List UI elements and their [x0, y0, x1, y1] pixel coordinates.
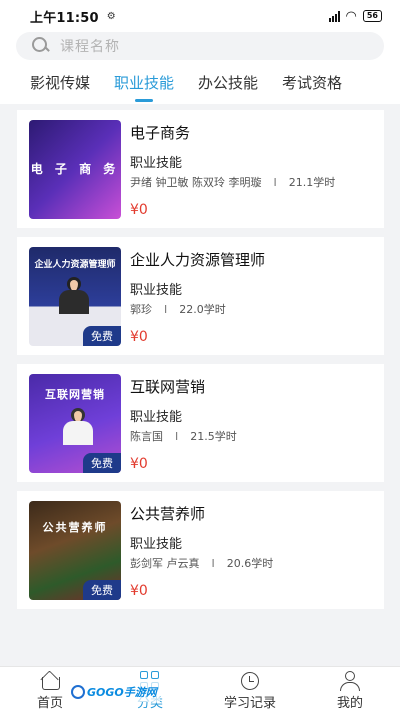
tab-vocational-skills[interactable]: 职业技能 [114, 68, 174, 104]
free-badge: 免费 [83, 453, 121, 473]
course-title: 互联网营销 [130, 378, 206, 396]
course-meta: 彭剑军 卢云真 I 20.6学时 [130, 555, 374, 571]
tab-exam-qualification[interactable]: 考试资格 [282, 68, 342, 104]
search-bar-container: 课程名称 [0, 32, 400, 68]
tab-office-skills[interactable]: 办公技能 [198, 68, 258, 104]
thumbnail-title: 公共营养师 [42, 521, 108, 534]
course-meta: 郭珍 I 22.0学时 [130, 301, 374, 317]
user-icon [339, 671, 361, 691]
nav-study-record-label: 学习记录 [223, 696, 276, 711]
person-illustration [59, 277, 89, 315]
course-thumbnail: 电 子 商 务 [29, 120, 121, 219]
course-meta: 尹绪 钟卫敏 陈双玲 李明璇 I 21.1学时 [130, 174, 374, 190]
course-info: 企业人力资源管理师 职业技能 郭珍 I 22.0学时 ¥0 [130, 249, 374, 345]
signal-icon [328, 10, 340, 22]
search-input[interactable]: 课程名称 [16, 32, 384, 60]
course-price: ¥0 [130, 202, 148, 218]
course-card[interactable]: 电 子 商 务 电子商务 职业技能 尹绪 钟卫敏 陈双玲 李明璇 I 21.1学时 … [17, 110, 384, 228]
search-icon [32, 37, 50, 55]
thumbnail-title: 电 子 商 务 [30, 162, 120, 176]
course-title: 电子商务 [130, 124, 191, 142]
separator: I [175, 430, 179, 443]
course-price: ¥0 [130, 583, 148, 599]
course-teachers: 陈言国 [130, 430, 163, 443]
course-teachers: 郭珍 [130, 303, 152, 316]
course-category: 职业技能 [130, 537, 183, 552]
search-placeholder: 课程名称 [60, 39, 120, 55]
category-tabs: 影视传媒 职业技能 办公技能 考试资格 [0, 68, 400, 104]
course-title: 企业人力资源管理师 [130, 251, 266, 269]
free-badge: 免费 [83, 326, 121, 346]
course-hours: 20.6学时 [226, 557, 274, 570]
tab-film-media[interactable]: 影视传媒 [30, 68, 90, 104]
course-info: 公共营养师 职业技能 彭剑军 卢云真 I 20.6学时 ¥0 [130, 503, 374, 599]
watermark-ring-icon [71, 685, 85, 699]
course-info: 互联网营销 职业技能 陈言国 I 21.5学时 ¥0 [130, 376, 374, 472]
separator: I [273, 176, 277, 189]
course-teachers: 彭剑军 卢云真 [130, 557, 200, 570]
course-price: ¥0 [130, 456, 148, 472]
course-list: 电 子 商 务 电子商务 职业技能 尹绪 钟卫敏 陈双玲 李明璇 I 21.1学时 … [17, 110, 384, 618]
status-icons: ◠ 56 [328, 8, 382, 24]
wifi-icon: ◠ [345, 8, 357, 24]
course-card[interactable]: 企业人力资源管理师 免费 企业人力资源管理师 职业技能 郭珍 I 22.0学时 ¥0 [17, 237, 384, 355]
course-hours: 21.1学时 [288, 176, 336, 189]
nav-study-record[interactable]: 学习记录 [200, 667, 300, 711]
course-category: 职业技能 [130, 283, 183, 298]
status-bar: 上午11:50 ⚙ ◠ 56 [0, 0, 400, 32]
course-thumbnail: 互联网营销 免费 [29, 374, 121, 473]
course-thumbnail: 企业人力资源管理师 免费 [29, 247, 121, 346]
battery-icon: 56 [362, 10, 382, 22]
home-icon [39, 671, 61, 690]
thumbnail-title: 互联网营销 [45, 388, 105, 401]
course-category: 职业技能 [130, 156, 183, 171]
person-illustration [63, 408, 93, 446]
status-time: 上午11:50 [30, 10, 99, 26]
clock-icon [239, 671, 261, 690]
nav-home-label: 首页 [36, 696, 63, 711]
course-card[interactable]: 公共营养师 免费 公共营养师 职业技能 彭剑军 卢云真 I 20.6学时 ¥0 [17, 491, 384, 609]
course-teachers: 尹绪 钟卫敏 陈双玲 李明璇 [130, 176, 262, 189]
course-info: 电子商务 职业技能 尹绪 钟卫敏 陈双玲 李明璇 I 21.1学时 ¥0 [130, 122, 374, 218]
thumbnail-title: 企业人力资源管理师 [34, 260, 116, 270]
watermark-logo: GOGO手游网 [68, 682, 160, 702]
bottom-nav: 首页 分类 学习记录 我的 [0, 666, 400, 711]
free-badge: 免费 [83, 580, 121, 600]
nav-mine-label: 我的 [336, 696, 363, 711]
course-card[interactable]: 互联网营销 免费 互联网营销 职业技能 陈言国 I 21.5学时 ¥0 [17, 364, 384, 482]
course-price: ¥0 [130, 329, 148, 345]
separator: I [164, 303, 168, 316]
course-category: 职业技能 [130, 410, 183, 425]
course-title: 公共营养师 [130, 505, 206, 523]
course-hours: 21.5学时 [190, 430, 237, 443]
course-thumbnail: 公共营养师 免费 [29, 501, 121, 600]
watermark-text: GOGO手游网 [87, 686, 157, 699]
separator: I [211, 557, 215, 570]
nav-mine[interactable]: 我的 [300, 667, 400, 711]
course-hours: 22.0学时 [179, 303, 226, 316]
settings-gear-icon: ⚙ [106, 10, 116, 22]
course-meta: 陈言国 I 21.5学时 [130, 428, 374, 444]
